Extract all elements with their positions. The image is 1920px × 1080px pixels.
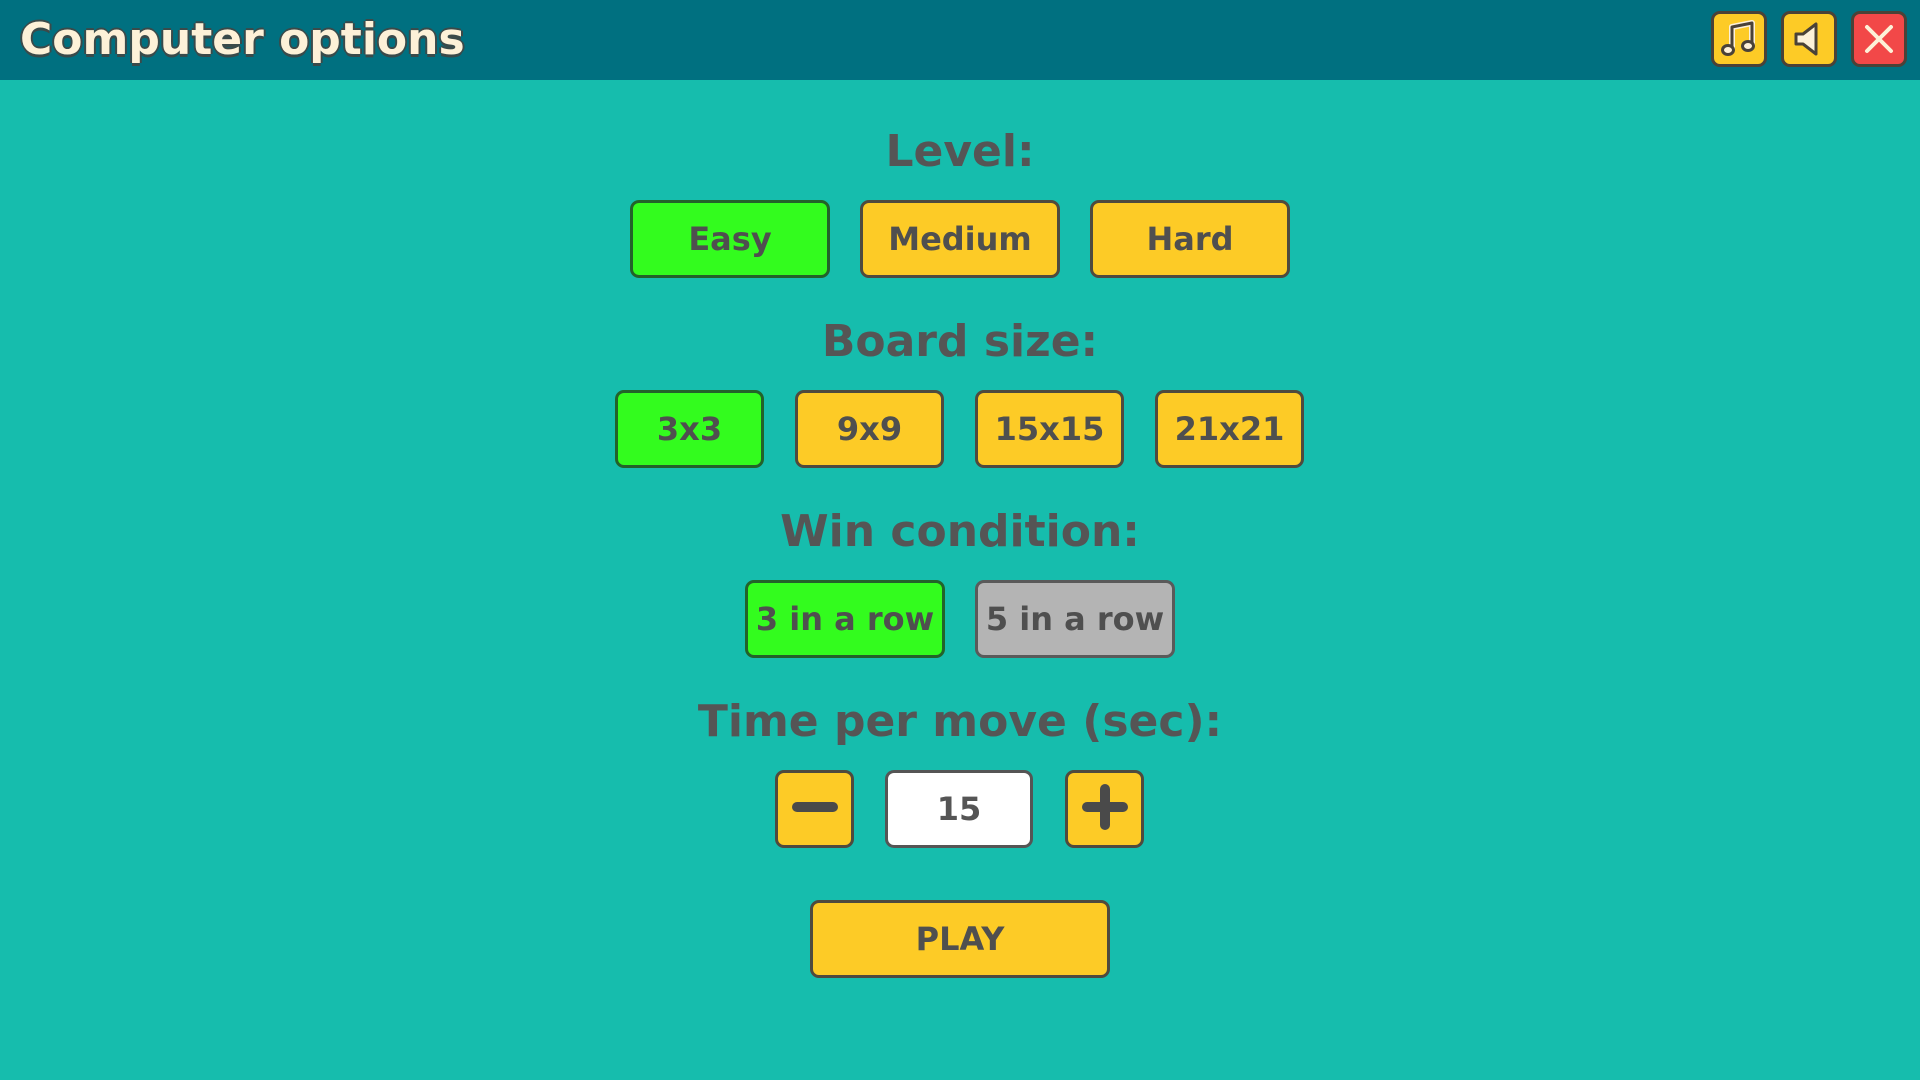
music-toggle-button[interactable] — [1711, 11, 1767, 67]
board-size-3x3-button[interactable]: 3x3 — [615, 390, 764, 468]
level-hard-button[interactable]: Hard — [1090, 200, 1290, 278]
level-easy-button[interactable]: Easy — [630, 200, 830, 278]
board-size-15x15-button[interactable]: 15x15 — [975, 390, 1124, 468]
time-per-move-heading: Time per move (sec): — [697, 696, 1223, 747]
win-5-in-a-row-button[interactable]: 5 in a row — [975, 580, 1175, 658]
speaker-icon — [1789, 19, 1829, 59]
minus-icon — [789, 781, 841, 837]
plus-icon — [1079, 781, 1131, 837]
board-size-9x9-button[interactable]: 9x9 — [795, 390, 944, 468]
board-size-heading: Board size: — [821, 316, 1099, 367]
play-button[interactable]: PLAY — [810, 900, 1110, 978]
time-increase-button[interactable] — [1065, 770, 1144, 848]
level-medium-button[interactable]: Medium — [860, 200, 1060, 278]
top-bar: Computer options — [0, 0, 1920, 80]
close-x-icon — [1859, 19, 1899, 59]
close-button[interactable] — [1851, 11, 1907, 67]
time-value-field: 15 — [885, 770, 1033, 848]
win-condition-heading: Win condition: — [780, 506, 1140, 557]
level-heading: Level: — [885, 126, 1035, 177]
page-title: Computer options — [20, 14, 465, 65]
music-note-icon — [1719, 19, 1759, 59]
sound-toggle-button[interactable] — [1781, 11, 1837, 67]
time-decrease-button[interactable] — [775, 770, 854, 848]
board-size-21x21-button[interactable]: 21x21 — [1155, 390, 1304, 468]
win-3-in-a-row-button[interactable]: 3 in a row — [745, 580, 945, 658]
